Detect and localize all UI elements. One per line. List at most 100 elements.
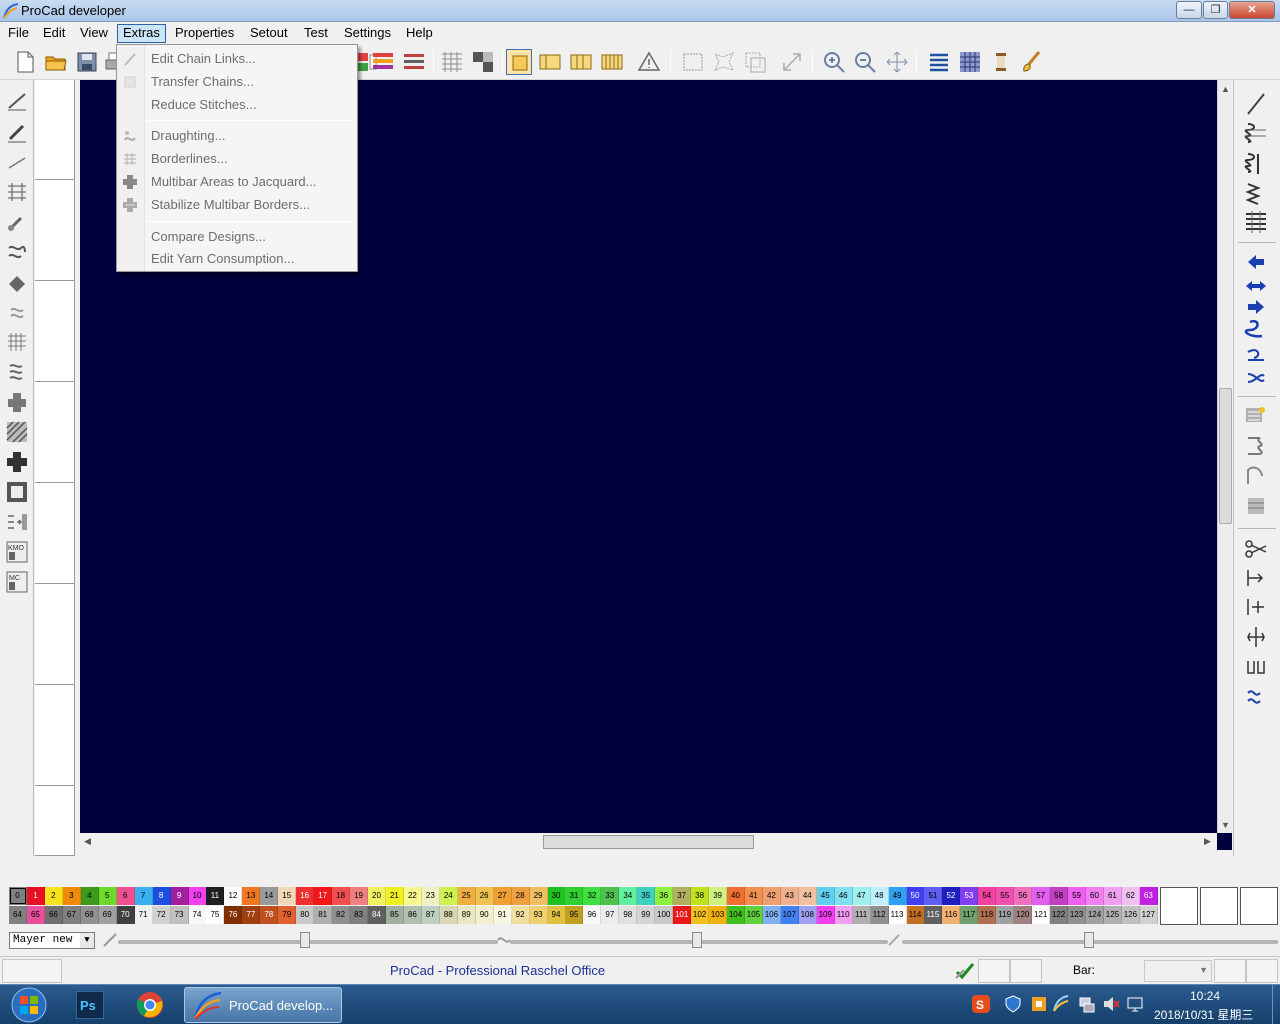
- palette-color-cell[interactable]: 71: [134, 906, 153, 924]
- palette-color-cell[interactable]: 106: [762, 906, 781, 924]
- palette-color-cell[interactable]: 8: [152, 887, 171, 905]
- palette-color-cell[interactable]: 65: [26, 906, 45, 924]
- split-view-3-icon[interactable]: [568, 49, 594, 75]
- new-file-icon[interactable]: [12, 49, 38, 75]
- menu-setout[interactable]: Setout: [245, 24, 293, 43]
- stitch-tool-icon[interactable]: [5, 240, 29, 264]
- palette-color-cell[interactable]: 117: [960, 906, 979, 924]
- palette-color-cell[interactable]: 40: [727, 887, 745, 905]
- pencil-icon[interactable]: [5, 120, 29, 144]
- resize-icon[interactable]: [779, 49, 805, 75]
- chain-edit-icon[interactable]: [5, 180, 29, 204]
- photoshop-taskbar-button[interactable]: Ps: [66, 987, 120, 1023]
- palette-swatch-large[interactable]: [1160, 887, 1198, 925]
- palette-color-cell[interactable]: 54: [978, 887, 997, 905]
- palette-color-cell[interactable]: 74: [188, 906, 207, 924]
- slider-thumb[interactable]: [300, 932, 310, 948]
- palette-color-cell[interactable]: 83: [350, 906, 369, 924]
- needle-icon[interactable]: [1242, 90, 1270, 118]
- bar-preview-cell[interactable]: [35, 686, 74, 786]
- split-view-2-icon[interactable]: [537, 49, 563, 75]
- chevron-down-icon[interactable]: ▼: [80, 933, 94, 948]
- palette-color-cell[interactable]: 104: [727, 906, 745, 924]
- vertical-scroll-thumb[interactable]: [1219, 388, 1232, 524]
- palette-color-cell[interactable]: 89: [457, 906, 476, 924]
- palette-color-cell[interactable]: 111: [852, 906, 871, 924]
- palette-color-cell[interactable]: 92: [511, 906, 530, 924]
- palette-color-cell[interactable]: 90: [475, 906, 494, 924]
- palette-color-cell[interactable]: 34: [619, 887, 638, 905]
- stitch-shift-icon[interactable]: [1242, 653, 1270, 681]
- palette-color-cell[interactable]: 28: [511, 887, 530, 905]
- palette-color-cell[interactable]: 88: [439, 906, 458, 924]
- windows-start-icon[interactable]: [4, 986, 54, 1024]
- palette-color-cell[interactable]: 16: [296, 887, 315, 905]
- palette-color-cell[interactable]: 33: [601, 887, 620, 905]
- block-tool-icon[interactable]: [5, 390, 29, 414]
- yarn-guide-icon[interactable]: [1242, 402, 1270, 430]
- mc-icon[interactable]: MC: [5, 570, 29, 594]
- menu-view[interactable]: View: [75, 24, 113, 43]
- palette-color-cell[interactable]: 41: [744, 887, 763, 905]
- mesh-pattern-icon[interactable]: [439, 49, 465, 75]
- brush-tool-icon[interactable]: [5, 210, 29, 234]
- palette-color-cell[interactable]: 32: [583, 887, 602, 905]
- bar-preview-cell[interactable]: [35, 585, 74, 685]
- lapping-4-icon[interactable]: [1242, 208, 1270, 236]
- palette-color-cell[interactable]: 53: [960, 887, 979, 905]
- palette-color-cell[interactable]: 80: [296, 906, 315, 924]
- palette-color-cell[interactable]: 3: [62, 887, 81, 905]
- palette-color-cell[interactable]: 123: [1068, 906, 1087, 924]
- zoom-out-icon[interactable]: [852, 49, 878, 75]
- palette-color-cell[interactable]: 102: [691, 906, 710, 924]
- palette-color-cell[interactable]: 67: [62, 906, 81, 924]
- palette-color-cell[interactable]: 27: [493, 887, 512, 905]
- palette-color-cell[interactable]: 5: [98, 887, 117, 905]
- lapping-1-icon[interactable]: [1242, 120, 1270, 148]
- palette-color-cell[interactable]: 7: [134, 887, 153, 905]
- palette-color-cell[interactable]: 44: [798, 887, 817, 905]
- palette-color-cell[interactable]: 56: [1014, 887, 1033, 905]
- volume-muted-icon[interactable]: [1102, 995, 1120, 1013]
- palette-color-cell[interactable]: 31: [565, 887, 584, 905]
- palette-color-cell[interactable]: 84: [368, 906, 386, 924]
- color-stripes-icon[interactable]: [370, 49, 396, 75]
- save-icon[interactable]: [74, 49, 100, 75]
- palette-color-cell[interactable]: 20: [368, 887, 386, 905]
- stitch-group-icon[interactable]: [5, 360, 29, 384]
- scroll-down-icon[interactable]: ▼: [1221, 820, 1230, 830]
- loop-icon[interactable]: [1242, 314, 1270, 342]
- scroll-left-icon[interactable]: ◀: [84, 836, 91, 847]
- palette-color-cell[interactable]: 0: [9, 887, 27, 905]
- palette-color-cell[interactable]: 79: [278, 906, 297, 924]
- palette-color-cell[interactable]: 78: [260, 906, 279, 924]
- fill-tool-icon[interactable]: [5, 270, 29, 294]
- palette-color-cell[interactable]: 85: [385, 906, 404, 924]
- palette-color-cell[interactable]: 77: [242, 906, 261, 924]
- palette-color-cell[interactable]: 2: [44, 887, 63, 905]
- procad-tray-icon[interactable]: [1052, 995, 1070, 1013]
- palette-color-cell[interactable]: 68: [80, 906, 99, 924]
- menu-settings[interactable]: Settings: [339, 24, 396, 43]
- palette-color-cell[interactable]: 61: [1103, 887, 1122, 905]
- palette-color-cell[interactable]: 45: [816, 887, 835, 905]
- palette-color-cell[interactable]: 91: [493, 906, 512, 924]
- palette-color-cell[interactable]: 11: [206, 887, 225, 905]
- lapping-2-icon[interactable]: [1242, 150, 1270, 178]
- palette-color-cell[interactable]: 38: [691, 887, 710, 905]
- palette-color-cell[interactable]: 125: [1103, 906, 1122, 924]
- sogou-icon[interactable]: S: [972, 995, 990, 1013]
- palette-color-cell[interactable]: 108: [798, 906, 817, 924]
- chrome-taskbar-button[interactable]: [124, 987, 178, 1023]
- menu-item-edit-chain-links[interactable]: Edit Chain Links...: [117, 48, 357, 70]
- palette-color-cell[interactable]: 107: [780, 906, 799, 924]
- palette-color-cell[interactable]: 64: [9, 906, 27, 924]
- bar-layout-icon[interactable]: [401, 49, 427, 75]
- yarn-spool-icon[interactable]: [988, 49, 1014, 75]
- select-copy-icon[interactable]: [742, 49, 768, 75]
- palette-color-cell[interactable]: 119: [996, 906, 1015, 924]
- palette-color-cell[interactable]: 48: [870, 887, 889, 905]
- cross-block-icon[interactable]: [5, 450, 29, 474]
- palette-color-cell[interactable]: 58: [1050, 887, 1069, 905]
- palette-color-cell[interactable]: 81: [314, 906, 333, 924]
